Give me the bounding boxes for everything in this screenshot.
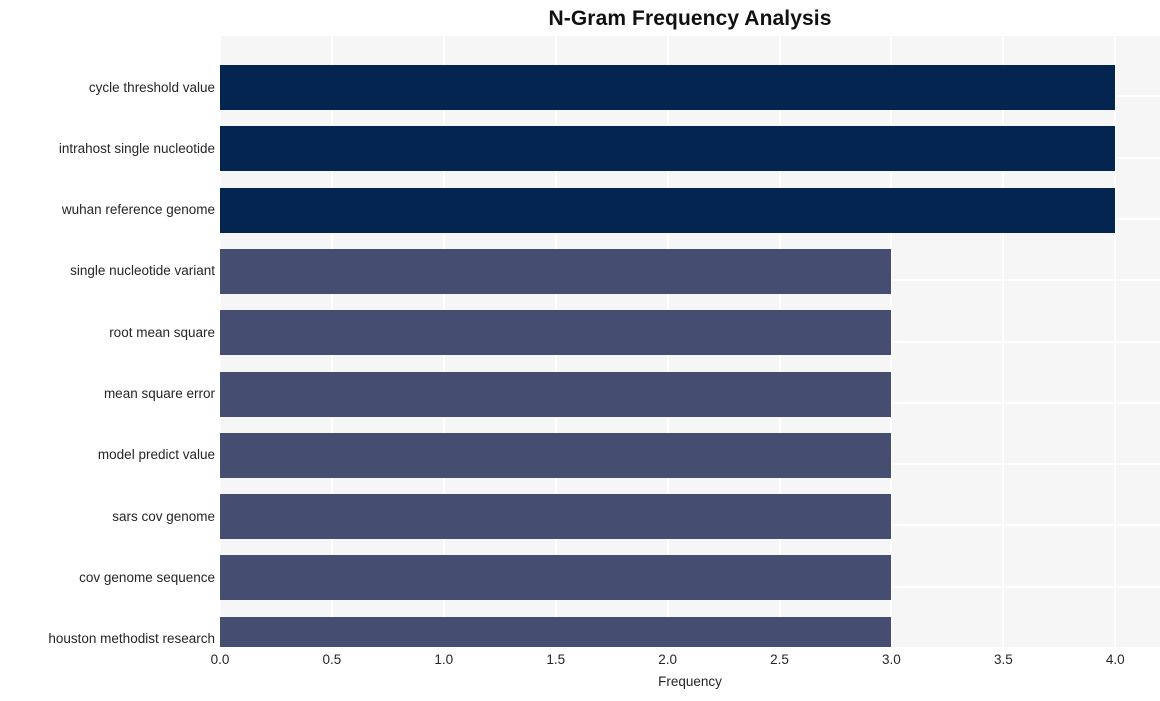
x-axis-label: Frequency: [658, 674, 722, 689]
bar: [220, 249, 892, 294]
x-tick-label: 3.5: [993, 652, 1013, 667]
y-tick-label: root mean square: [109, 324, 215, 340]
x-tick-label: 1.5: [546, 652, 566, 667]
y-tick-label: intrahost single nucleotide: [58, 140, 215, 156]
x-tick-label: 0.0: [210, 652, 230, 667]
y-tick-label: sars cov genome: [112, 508, 215, 524]
x-tick-label: 2.0: [658, 652, 677, 667]
horizontal-gridline: [220, 34, 1160, 36]
plot-area: [220, 34, 1160, 647]
y-tick-label: mean square error: [103, 386, 215, 401]
y-tick-label: cov genome sequence: [79, 569, 215, 585]
x-tick-label: 4.0: [1105, 652, 1125, 667]
chart-title: N-Gram Frequency Analysis: [548, 7, 832, 30]
bar: [220, 372, 892, 417]
y-tick-label: wuhan reference genome: [61, 202, 215, 218]
x-tick-label: 3.0: [882, 652, 901, 667]
bar: [220, 494, 892, 539]
bar: [220, 126, 1116, 171]
x-tick-label: 0.5: [322, 652, 342, 667]
chart-figure: N-Gram Frequency Analysis cycle threshol…: [0, 0, 1160, 701]
y-tick-label: houston methodist research: [48, 631, 215, 647]
bar: [220, 188, 1116, 233]
x-tick-label: 2.5: [770, 652, 789, 667]
y-tick-label: single nucleotide variant: [70, 263, 215, 279]
x-tick-label: 1.0: [434, 652, 454, 667]
bar: [220, 617, 892, 647]
y-tick-label: cycle threshold value: [88, 79, 215, 95]
bar: [220, 65, 1116, 110]
bar: [220, 555, 892, 600]
bar: [220, 433, 892, 478]
bar: [220, 310, 892, 355]
y-tick-label: model predict value: [97, 447, 215, 463]
